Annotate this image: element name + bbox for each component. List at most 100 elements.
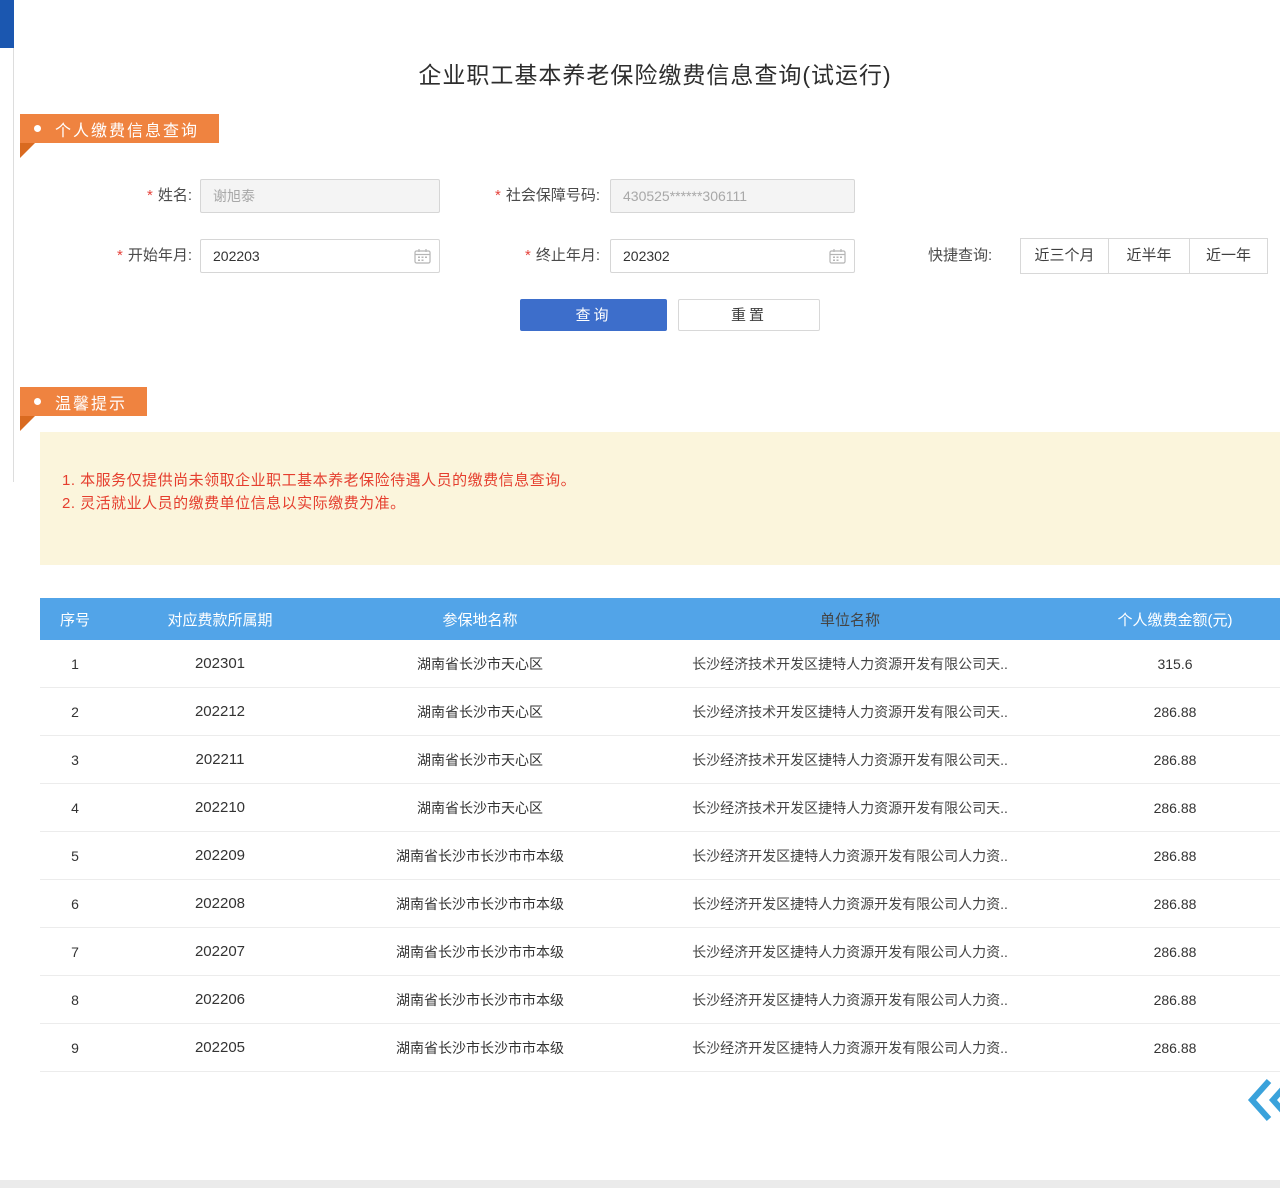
- table-row: 9202205湖南省长沙市长沙市市本级长沙经济开发区捷特人力资源开发有限公司人力…: [40, 1024, 1280, 1072]
- tips-line: 2. 灵活就业人员的缴费单位信息以实际缴费为准。: [62, 492, 1256, 515]
- ssn-label: *社会保障号码:: [440, 179, 600, 213]
- section-badge-label: 温馨提示: [55, 390, 127, 414]
- table-header-employer: 单位名称: [630, 609, 1070, 630]
- table-cell: 湖南省长沙市天心区: [330, 702, 630, 722]
- section-badge-tips: 温馨提示: [20, 387, 147, 416]
- page-title: 企业职工基本养老保险缴费信息查询(试运行): [30, 56, 1280, 90]
- table-row: 7202207湖南省长沙市长沙市市本级长沙经济开发区捷特人力资源开发有限公司人力…: [40, 928, 1280, 976]
- quick-last-year-button[interactable]: 近一年: [1189, 238, 1268, 274]
- table-cell: 286.88: [1070, 752, 1280, 768]
- quick-query-group: 近三个月 近半年 近一年: [1020, 238, 1268, 274]
- ssn-input: [610, 179, 855, 213]
- required-asterisk: *: [117, 247, 123, 264]
- table-cell: 6: [40, 896, 110, 912]
- ribbon-fold: [20, 416, 35, 431]
- table-cell: 湖南省长沙市天心区: [330, 654, 630, 674]
- section-badge-label: 个人缴费信息查询: [55, 117, 199, 141]
- left-divider-line: [13, 0, 14, 482]
- table-cell: 湖南省长沙市天心区: [330, 798, 630, 818]
- table-header-index: 序号: [40, 609, 110, 630]
- table-cell: 202207: [110, 943, 330, 960]
- bullet-dot-icon: [34, 125, 41, 132]
- table-rows: 1202301湖南省长沙市天心区长沙经济技术开发区捷特人力资源开发有限公司天..…: [40, 640, 1280, 1072]
- bullet-dot-icon: [34, 398, 41, 405]
- table-header-insured-place: 参保地名称: [330, 609, 630, 630]
- reset-button[interactable]: 重置: [678, 299, 820, 331]
- table-cell: 202210: [110, 799, 330, 816]
- table-cell: 1: [40, 656, 110, 672]
- table-cell: 湖南省长沙市长沙市市本级: [330, 990, 630, 1010]
- table-cell: 长沙经济开发区捷特人力资源开发有限公司人力资..: [630, 990, 1070, 1010]
- table-cell: 湖南省长沙市长沙市市本级: [330, 894, 630, 914]
- table-row: 4202210湖南省长沙市天心区长沙经济技术开发区捷特人力资源开发有限公司天..…: [40, 784, 1280, 832]
- table-cell: 长沙经济技术开发区捷特人力资源开发有限公司天..: [630, 750, 1070, 770]
- table-cell: 长沙经济开发区捷特人力资源开发有限公司人力资..: [630, 894, 1070, 914]
- table-cell: 长沙经济开发区捷特人力资源开发有限公司人力资..: [630, 846, 1070, 866]
- quick-last-half-year-button[interactable]: 近半年: [1108, 238, 1190, 274]
- table-cell: 8: [40, 992, 110, 1008]
- table-cell: 286.88: [1070, 1040, 1280, 1056]
- quick-last-3-months-button[interactable]: 近三个月: [1020, 238, 1109, 274]
- double-chevron-left-icon[interactable]: [1246, 1076, 1280, 1124]
- query-button[interactable]: 查询: [520, 299, 667, 331]
- table-cell: 长沙经济技术开发区捷特人力资源开发有限公司天..: [630, 702, 1070, 722]
- start-month-input[interactable]: [200, 239, 440, 273]
- table-cell: 湖南省长沙市长沙市市本级: [330, 1038, 630, 1058]
- table-cell: 286.88: [1070, 800, 1280, 816]
- tips-line: 1. 本服务仅提供尚未领取企业职工基本养老保险待遇人员的缴费信息查询。: [62, 469, 1256, 492]
- bottom-edge-strip: [0, 1180, 1280, 1188]
- table-cell: 202208: [110, 895, 330, 912]
- end-month-label: *终止年月:: [440, 239, 600, 273]
- table-cell: 长沙经济开发区捷特人力资源开发有限公司人力资..: [630, 1038, 1070, 1058]
- table-cell: 286.88: [1070, 848, 1280, 864]
- table-cell: 286.88: [1070, 896, 1280, 912]
- table-cell: 4: [40, 800, 110, 816]
- name-label: *姓名:: [60, 179, 192, 213]
- table-row: 1202301湖南省长沙市天心区长沙经济技术开发区捷特人力资源开发有限公司天..…: [40, 640, 1280, 688]
- table-row: 3202211湖南省长沙市天心区长沙经济技术开发区捷特人力资源开发有限公司天..…: [40, 736, 1280, 784]
- table-cell: 202205: [110, 1039, 330, 1056]
- table-row: 5202209湖南省长沙市长沙市市本级长沙经济开发区捷特人力资源开发有限公司人力…: [40, 832, 1280, 880]
- table-cell: 286.88: [1070, 992, 1280, 1008]
- table-header-amount: 个人缴费金额(元): [1070, 609, 1280, 630]
- name-input: [200, 179, 440, 213]
- required-asterisk: *: [525, 247, 531, 264]
- required-asterisk: *: [147, 187, 153, 204]
- table-cell: 湖南省长沙市天心区: [330, 750, 630, 770]
- table-cell: 315.6: [1070, 656, 1280, 672]
- page: 企业职工基本养老保险缴费信息查询(试运行) 个人缴费信息查询 *姓名: *社会保…: [0, 0, 1280, 1188]
- table-header-row: 序号 对应费款所属期 参保地名称 单位名称 个人缴费金额(元): [40, 598, 1280, 640]
- table-header-period: 对应费款所属期: [110, 609, 330, 630]
- table-cell: 202212: [110, 703, 330, 720]
- table-cell: 202301: [110, 655, 330, 672]
- table-cell: 202209: [110, 847, 330, 864]
- table-cell: 湖南省长沙市长沙市市本级: [330, 846, 630, 866]
- table-cell: 202206: [110, 991, 330, 1008]
- calendar-icon[interactable]: [414, 248, 431, 269]
- table-cell: 湖南省长沙市长沙市市本级: [330, 942, 630, 962]
- table-row: 8202206湖南省长沙市长沙市市本级长沙经济开发区捷特人力资源开发有限公司人力…: [40, 976, 1280, 1024]
- table-cell: 202211: [110, 751, 330, 768]
- tips-notice-box: 1. 本服务仅提供尚未领取企业职工基本养老保险待遇人员的缴费信息查询。 2. 灵…: [40, 432, 1280, 565]
- start-month-label: *开始年月:: [60, 239, 192, 273]
- ribbon-fold: [20, 143, 35, 158]
- end-month-input[interactable]: [610, 239, 855, 273]
- table-cell: 286.88: [1070, 704, 1280, 720]
- sidebar-edge-fragment: [0, 0, 14, 48]
- required-asterisk: *: [495, 187, 501, 204]
- payment-records-table: 序号 对应费款所属期 参保地名称 单位名称 个人缴费金额(元) 1202301湖…: [40, 598, 1280, 1072]
- table-cell: 7: [40, 944, 110, 960]
- table-cell: 2: [40, 704, 110, 720]
- section-badge-personal-payment-query: 个人缴费信息查询: [20, 114, 219, 143]
- table-row: 2202212湖南省长沙市天心区长沙经济技术开发区捷特人力资源开发有限公司天..…: [40, 688, 1280, 736]
- table-cell: 3: [40, 752, 110, 768]
- table-cell: 长沙经济开发区捷特人力资源开发有限公司人力资..: [630, 942, 1070, 962]
- table-cell: 长沙经济技术开发区捷特人力资源开发有限公司天..: [630, 654, 1070, 674]
- table-cell: 9: [40, 1040, 110, 1056]
- table-cell: 长沙经济技术开发区捷特人力资源开发有限公司天..: [630, 798, 1070, 818]
- quick-query-label: 快捷查询:: [928, 238, 992, 274]
- calendar-icon[interactable]: [829, 248, 846, 269]
- table-cell: 5: [40, 848, 110, 864]
- table-row: 6202208湖南省长沙市长沙市市本级长沙经济开发区捷特人力资源开发有限公司人力…: [40, 880, 1280, 928]
- table-cell: 286.88: [1070, 944, 1280, 960]
